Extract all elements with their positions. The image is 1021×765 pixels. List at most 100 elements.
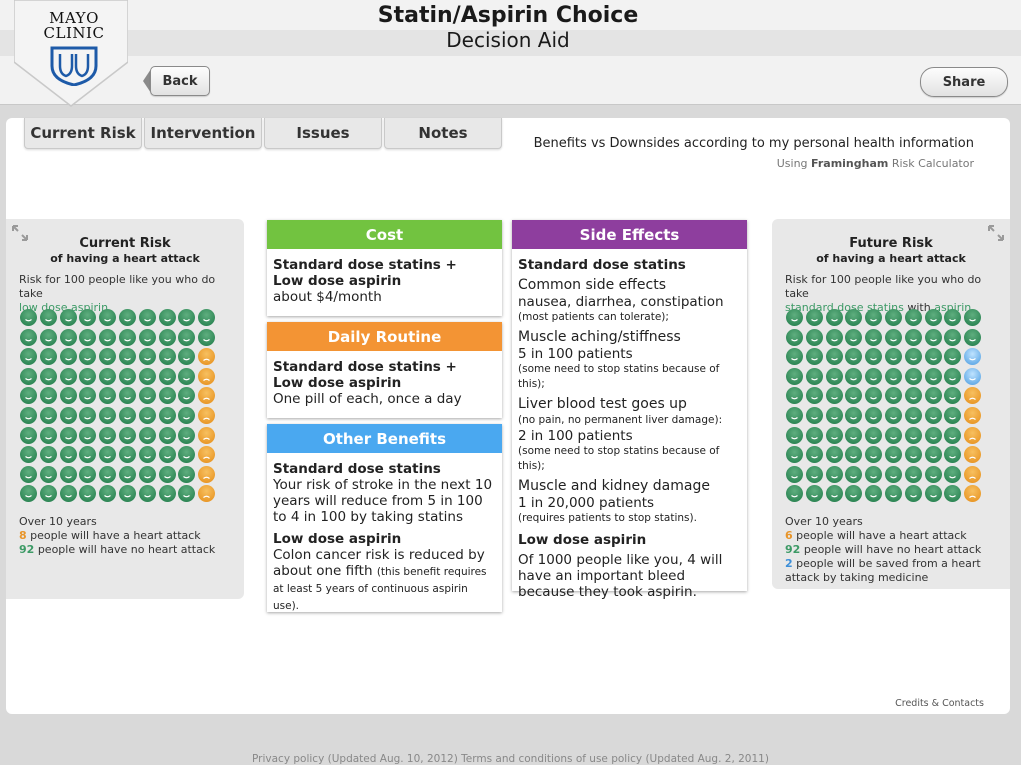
future-no-count: 92	[785, 543, 801, 556]
side-item-note: (most patients can tolerate);	[518, 311, 669, 323]
no-heart-attack-face-icon	[138, 426, 156, 444]
tab-notes[interactable]: Notes	[384, 118, 502, 149]
back-button[interactable]: Back	[150, 66, 210, 96]
no-heart-attack-face-icon	[825, 348, 843, 366]
no-heart-attack-face-icon	[805, 426, 823, 444]
heart-attack-face-icon	[198, 348, 216, 366]
current-risk-title: Current Risk of having a heart attack	[6, 236, 244, 266]
side-item-note: (some need to stop statins because of th…	[518, 445, 720, 472]
cost-line3: about $4/month	[273, 289, 382, 305]
no-heart-attack-face-icon	[786, 426, 803, 444]
no-heart-attack-face-icon	[118, 387, 136, 405]
side-item-title: Muscle and kidney damage	[518, 478, 710, 494]
future-risk-heading: Future Risk	[849, 236, 933, 251]
no-heart-attack-face-icon	[904, 465, 922, 483]
no-heart-attack-face-icon	[178, 387, 196, 405]
share-button[interactable]: Share	[920, 67, 1008, 97]
side-item-detail: 2 in 100 patients	[518, 428, 633, 444]
saved-face-icon	[964, 367, 982, 385]
no-heart-attack-face-icon	[59, 446, 77, 464]
no-heart-attack-face-icon	[845, 367, 863, 385]
other-benefits-card[interactable]: Other Benefits Standard dose statins You…	[267, 424, 502, 612]
no-heart-attack-face-icon	[865, 348, 883, 366]
no-heart-attack-face-icon	[904, 406, 922, 424]
no-heart-attack-face-icon	[845, 446, 863, 464]
side-effects-card[interactable]: Side Effects Standard dose statins Commo…	[512, 220, 747, 600]
no-heart-attack-face-icon	[39, 309, 57, 326]
other-h2: Low dose aspirin	[273, 531, 402, 547]
no-heart-attack-face-icon	[118, 348, 136, 366]
no-heart-attack-face-icon	[924, 367, 942, 385]
no-heart-attack-face-icon	[964, 309, 982, 326]
no-heart-attack-face-icon	[39, 387, 57, 405]
no-heart-attack-face-icon	[904, 446, 922, 464]
no-heart-attack-face-icon	[39, 367, 57, 385]
no-heart-attack-face-icon	[20, 309, 37, 326]
no-heart-attack-face-icon	[786, 348, 803, 366]
no-heart-attack-face-icon	[805, 406, 823, 424]
no-heart-attack-face-icon	[59, 348, 77, 366]
calculator-note: Using Framingham Risk Calculator	[777, 157, 974, 170]
no-heart-attack-face-icon	[805, 367, 823, 385]
no-heart-attack-face-icon	[786, 387, 803, 405]
future-saved-count: 2	[785, 557, 793, 570]
no-heart-attack-face-icon	[178, 328, 196, 346]
future-risk-period: Over 10 years	[785, 515, 863, 528]
saved-face-icon	[964, 348, 982, 366]
side-effects-card-body: Standard dose statins Common side effect…	[512, 249, 747, 606]
using-prefix: Using	[776, 157, 808, 170]
no-heart-attack-face-icon	[99, 426, 117, 444]
side-item-muscle-aching: Muscle aching/stiffness 5 in 100 patient…	[518, 329, 741, 392]
no-heart-attack-face-icon	[39, 406, 57, 424]
heart-attack-face-icon	[964, 465, 982, 483]
no-heart-attack-face-icon	[178, 465, 196, 483]
no-heart-attack-face-icon	[138, 406, 156, 424]
footer-policy-links[interactable]: Privacy policy (Updated Aug. 10, 2012) T…	[0, 753, 1021, 765]
credits-link[interactable]: Credits & Contacts	[895, 698, 984, 709]
future-no-text: people will have no heart attack	[803, 543, 982, 556]
daily-routine-card[interactable]: Daily Routine Standard dose statins + Lo…	[267, 322, 502, 418]
three-shields-icon	[50, 46, 98, 86]
no-heart-attack-face-icon	[825, 465, 843, 483]
no-heart-attack-face-icon	[138, 309, 156, 326]
daily-line2: Low dose aspirin	[273, 375, 402, 391]
no-heart-attack-face-icon	[20, 406, 37, 424]
no-heart-attack-face-icon	[59, 387, 77, 405]
no-heart-attack-face-icon	[79, 387, 97, 405]
no-heart-attack-face-icon	[178, 348, 196, 366]
tab-current-risk[interactable]: Current Risk	[24, 118, 142, 149]
no-heart-attack-face-icon	[198, 309, 216, 326]
daily-routine-card-title: Daily Routine	[267, 322, 502, 351]
tab-issues[interactable]: Issues	[264, 118, 382, 149]
no-heart-attack-face-icon	[865, 485, 883, 503]
side-item-detail: nausea, diarrhea, constipation	[518, 294, 724, 310]
no-heart-attack-face-icon	[20, 426, 37, 444]
current-no-text: people will have no heart attack	[37, 543, 216, 556]
no-heart-attack-face-icon	[805, 328, 823, 346]
cost-card[interactable]: Cost Standard dose statins + Low dose as…	[267, 220, 502, 316]
no-heart-attack-face-icon	[59, 309, 77, 326]
no-heart-attack-face-icon	[158, 446, 176, 464]
daily-routine-card-body: Standard dose statins + Low dose aspirin…	[267, 351, 502, 413]
no-heart-attack-face-icon	[944, 387, 962, 405]
cost-card-body: Standard dose statins + Low dose aspirin…	[267, 249, 502, 311]
no-heart-attack-face-icon	[178, 485, 196, 503]
no-heart-attack-face-icon	[118, 367, 136, 385]
heart-attack-face-icon	[198, 426, 216, 444]
other-p1: Your risk of stroke in the next 10 years…	[273, 477, 493, 525]
no-heart-attack-face-icon	[944, 367, 962, 385]
no-heart-attack-face-icon	[79, 465, 97, 483]
no-heart-attack-face-icon	[845, 328, 863, 346]
no-heart-attack-face-icon	[786, 446, 803, 464]
no-heart-attack-face-icon	[118, 446, 136, 464]
mayo-clinic-logo-text: MAYO CLINIC	[26, 11, 122, 41]
no-heart-attack-face-icon	[845, 426, 863, 444]
no-heart-attack-face-icon	[904, 309, 922, 326]
no-heart-attack-face-icon	[39, 446, 57, 464]
no-heart-attack-face-icon	[825, 446, 843, 464]
no-heart-attack-face-icon	[99, 387, 117, 405]
no-heart-attack-face-icon	[39, 426, 57, 444]
logo-line2: CLINIC	[43, 24, 105, 42]
heart-attack-face-icon	[198, 387, 216, 405]
tab-intervention[interactable]: Intervention	[144, 118, 262, 149]
